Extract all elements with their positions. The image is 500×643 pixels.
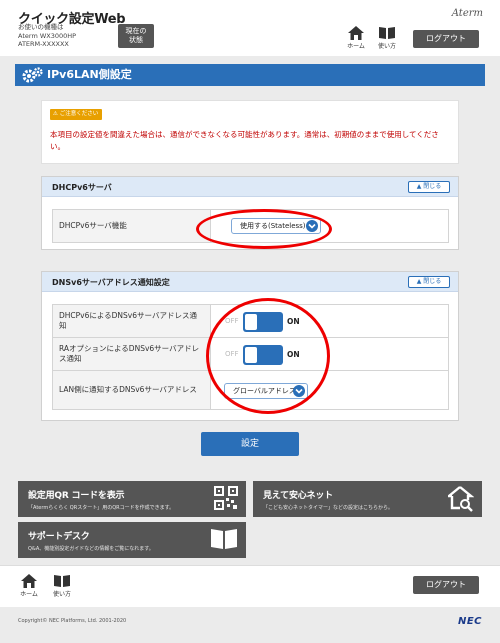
dhcpv6-section-title: DHCPv6サーバ [52, 183, 112, 192]
caution-badge-label: ご注意ください [59, 111, 99, 117]
toggle-off-label: OFF [225, 317, 239, 325]
qr-code-icon [214, 486, 238, 510]
footer-nav: ホーム 使い方 ログアウト [0, 565, 500, 607]
copyright: Copyright© NEC Platforms, Ltd. 2001-2020 [18, 618, 127, 624]
home-label: ホーム [347, 43, 365, 50]
dhcpv6-dns-notify-toggle[interactable]: OFF ON [225, 312, 301, 332]
support-desk-tile[interactable]: サポートデスク Q&A、機能別設定ガイドなどの情報をご覧になれます。 [18, 522, 246, 558]
ra-dns-notify-toggle[interactable]: OFF ON [225, 345, 301, 365]
footer-home-nav[interactable]: ホーム [14, 574, 44, 598]
ra-dns-notify-row: RAオプションによるDNSv6サーバアドレス通知 OFF ON [52, 337, 449, 371]
qr-code-tile-title: 設定用QR コードを表示 [28, 491, 125, 501]
mimamori-net-tile-title: 見えて安心ネット [263, 491, 333, 501]
device-model: Aterm WX3000HP [18, 31, 77, 40]
ra-dns-notify-label: RAオプションによるDNSv6サーバアドレス通知 [53, 338, 211, 370]
lan-dns-address-row: LAN側に通知するDNSv6サーバアドレス グローバルアドレス [52, 370, 449, 410]
current-status-button[interactable]: 現在の 状態 [118, 24, 154, 48]
page-title: IPv6LAN側設定 [47, 68, 132, 81]
warning-icon: ⚠ [53, 111, 60, 117]
status-button-line2: 状態 [129, 36, 143, 44]
caution-notice: ⚠ ご注意ください 本項目の設定値を間違えた場合は、通信ができなくなる可能性があ… [41, 100, 459, 164]
home-nav[interactable]: ホーム [341, 26, 371, 50]
device-label: お使いの機種は [18, 23, 64, 31]
chevron-down-icon [293, 385, 305, 397]
top-header: クイック設定Web お使いの機種は Aterm WX3000HP ATERM-X… [0, 0, 500, 56]
dhcpv6-server-select[interactable]: 使用する(Stateless) [231, 218, 321, 234]
book-icon [211, 529, 237, 549]
toggle-knob [245, 347, 257, 363]
dhcpv6-section: DHCPv6サーバ ▲ 閉じる DHCPv6サーバ機能 使用する(Statele… [41, 176, 459, 250]
support-desk-tile-title: サポートデスク [28, 532, 90, 542]
book-icon [379, 27, 395, 39]
dnsv6-section-title: DNSv6サーバアドレス通知設定 [52, 278, 170, 287]
help-label: 使い方 [52, 591, 71, 598]
device-info: お使いの機種は Aterm WX3000HP ATERM-XXXXXX [18, 23, 76, 49]
home-label: ホーム [20, 591, 38, 598]
mimamori-net-tile[interactable]: 見えて安心ネット 「こども安心ネットタイマー」などの設定はこちらから。 [253, 481, 482, 517]
dhcpv6-close-button[interactable]: ▲ 閉じる [408, 181, 450, 193]
dhcpv6-server-label: DHCPv6サーバ機能 [53, 210, 211, 242]
toggle-on-label: ON [287, 350, 300, 359]
home-icon [21, 574, 37, 588]
lan-dns-address-label: LAN側に通知するDNSv6サーバアドレス [53, 371, 211, 409]
footer-logout-button[interactable]: ログアウト [413, 576, 479, 594]
dhcpv6-dns-notify-label: DHCPv6によるDNSv6サーバアドレス通知 [53, 305, 211, 337]
aterm-logo: Aterm [451, 8, 483, 19]
caution-badge: ⚠ ご注意ください [50, 109, 103, 120]
help-label: 使い方 [377, 43, 396, 50]
page-title-bar: IPv6LAN側設定 [15, 64, 485, 86]
lan-dns-address-select[interactable]: グローバルアドレス [224, 383, 308, 399]
qr-code-tile[interactable]: 設定用QR コードを表示 「Atermらくらく QRスタート」用のQRコードを作… [18, 481, 246, 517]
nec-logo: NEC [457, 616, 482, 627]
house-search-icon [448, 486, 474, 512]
toggle-off-label: OFF [225, 350, 239, 358]
dhcpv6-dns-notify-row: DHCPv6によるDNSv6サーバアドレス通知 OFF ON [52, 304, 449, 338]
device-ssid: ATERM-XXXXXX [18, 40, 69, 48]
toggle-knob [245, 314, 257, 330]
logout-button[interactable]: ログアウト [413, 30, 479, 48]
chevron-down-icon [306, 220, 318, 232]
home-icon [348, 26, 364, 40]
close-label: 閉じる [423, 278, 442, 285]
dnsv6-section-header: DNSv6サーバアドレス通知設定 ▲ 閉じる [42, 272, 458, 292]
mimamori-net-tile-desc: 「こども安心ネットタイマー」などの設定はこちらから。 [263, 505, 394, 511]
submit-button[interactable]: 設定 [201, 432, 299, 456]
help-nav[interactable]: 使い方 [372, 26, 402, 50]
dhcpv6-server-row: DHCPv6サーバ機能 使用する(Stateless) [52, 209, 449, 243]
status-button-line1: 現在の [125, 27, 147, 35]
dnsv6-close-button[interactable]: ▲ 閉じる [408, 276, 450, 288]
close-label: 閉じる [423, 183, 442, 190]
book-icon [54, 575, 70, 587]
footer-help-nav[interactable]: 使い方 [47, 574, 77, 598]
lan-dns-address-value: グローバルアドレス [233, 387, 296, 395]
dhcpv6-server-value: 使用する(Stateless) [240, 222, 306, 230]
toggle-on-label: ON [287, 317, 300, 326]
support-desk-tile-desc: Q&A、機能別設定ガイドなどの情報をご覧になれます。 [28, 546, 154, 552]
dhcpv6-section-header: DHCPv6サーバ ▲ 閉じる [42, 177, 458, 197]
caution-text: 本項目の設定値を間違えた場合は、通信ができなくなる可能性があります。通常は、初期… [50, 130, 439, 151]
gear-icon [22, 67, 43, 83]
dnsv6-section: DNSv6サーバアドレス通知設定 ▲ 閉じる DHCPv6によるDNSv6サーバ… [41, 271, 459, 421]
qr-code-tile-desc: 「Atermらくらく QRスタート」用のQRコードを作成できます。 [28, 505, 175, 511]
